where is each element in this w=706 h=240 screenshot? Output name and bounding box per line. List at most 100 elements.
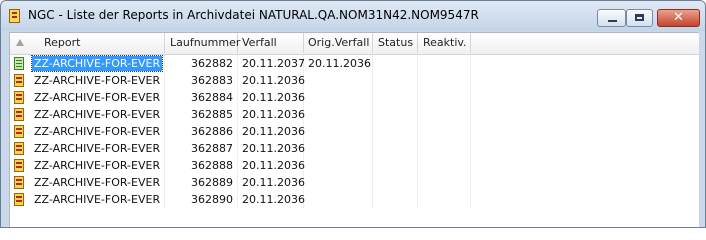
laufnummer-cell: 362889: [165, 174, 238, 191]
reaktiv-cell: [418, 106, 471, 123]
verfall-cell: 20.11.2036: [238, 191, 305, 208]
table-row[interactable]: ZZ-ARCHIVE-FOR-EVER 362888 20.11.2036: [10, 157, 699, 174]
reaktiv-cell: [418, 55, 471, 72]
laufnummer-cell: 362883: [165, 72, 238, 89]
reaktiv-cell: [418, 89, 471, 106]
table-row[interactable]: ZZ-ARCHIVE-FOR-EVER 362885 20.11.2036: [10, 106, 699, 123]
report-name[interactable]: ZZ-ARCHIVE-FOR-EVER: [32, 90, 162, 105]
title-bar[interactable]: NGC - Liste der Reports in Archivdatei N…: [1, 1, 705, 31]
minimize-icon: [608, 20, 617, 22]
report-name[interactable]: ZZ-ARCHIVE-FOR-EVER: [32, 175, 162, 190]
orig-verfall-cell: [304, 174, 373, 191]
report-icon: [14, 74, 24, 87]
report-cell[interactable]: ZZ-ARCHIVE-FOR-EVER: [10, 123, 165, 140]
verfall-cell: 20.11.2036: [238, 106, 305, 123]
close-button[interactable]: ✕: [657, 9, 700, 27]
column-header-status[interactable]: Status: [373, 33, 418, 53]
reaktiv-cell: [418, 174, 471, 191]
report-name[interactable]: ZZ-ARCHIVE-FOR-EVER: [32, 107, 162, 122]
report-icon: [14, 142, 24, 155]
reaktiv-cell: [418, 191, 471, 208]
column-header-row: Report Laufnummer Verfall Orig.Verfall S…: [10, 33, 699, 55]
report-cell[interactable]: ZZ-ARCHIVE-FOR-EVER: [10, 140, 165, 157]
report-list-view[interactable]: Report Laufnummer Verfall Orig.Verfall S…: [9, 32, 699, 227]
reaktiv-cell: [418, 157, 471, 174]
status-cell: [373, 123, 418, 140]
orig-verfall-cell: [304, 72, 373, 89]
report-icon: [14, 176, 24, 189]
verfall-cell: 20.11.2036: [238, 157, 305, 174]
report-name[interactable]: ZZ-ARCHIVE-FOR-EVER: [32, 192, 162, 207]
close-icon: ✕: [673, 10, 684, 25]
report-icon: [14, 193, 24, 206]
column-header-report[interactable]: Report: [10, 33, 165, 53]
report-cell[interactable]: ZZ-ARCHIVE-FOR-EVER: [10, 72, 165, 89]
verfall-cell: 20.11.2036: [238, 174, 305, 191]
report-cell[interactable]: ZZ-ARCHIVE-FOR-EVER: [10, 174, 165, 191]
orig-verfall-cell: [304, 191, 373, 208]
column-header-laufnummer[interactable]: Laufnummer: [165, 33, 240, 53]
green-report-icon: [14, 57, 24, 70]
table-row[interactable]: ZZ-ARCHIVE-FOR-EVER 362882 20.11.2037 20…: [10, 55, 699, 72]
orig-verfall-cell: 20.11.2036: [304, 55, 373, 72]
report-icon: [14, 125, 24, 138]
laufnummer-cell: 362887: [165, 140, 238, 157]
maximize-button[interactable]: [626, 9, 653, 27]
verfall-cell: 20.11.2036: [238, 140, 305, 157]
verfall-cell: 20.11.2036: [238, 72, 305, 89]
report-name[interactable]: ZZ-ARCHIVE-FOR-EVER: [32, 141, 162, 156]
column-header-verfall[interactable]: Verfall: [238, 33, 304, 53]
laufnummer-cell: 362890: [165, 191, 238, 208]
orig-verfall-cell: [304, 157, 373, 174]
report-cell[interactable]: ZZ-ARCHIVE-FOR-EVER: [10, 191, 165, 208]
status-cell: [373, 72, 418, 89]
laufnummer-cell: 362885: [165, 106, 238, 123]
verfall-cell: 20.11.2036: [238, 89, 305, 106]
status-cell: [373, 191, 418, 208]
verfall-cell: 20.11.2037: [238, 55, 305, 72]
column-header-reaktiv[interactable]: Reaktiv.: [418, 33, 471, 53]
reaktiv-cell: [418, 140, 471, 157]
column-header-orig-verfall[interactable]: Orig.Verfall: [304, 33, 373, 53]
table-row[interactable]: ZZ-ARCHIVE-FOR-EVER 362886 20.11.2036: [10, 123, 699, 140]
sort-ascending-icon: [16, 39, 24, 46]
report-icon: [14, 108, 24, 121]
status-cell: [373, 140, 418, 157]
window-title: NGC - Liste der Reports in Archivdatei N…: [28, 8, 479, 22]
report-app-icon: [9, 9, 20, 23]
report-name-selected[interactable]: ZZ-ARCHIVE-FOR-EVER: [30, 55, 164, 72]
table-row[interactable]: ZZ-ARCHIVE-FOR-EVER 362889 20.11.2036: [10, 174, 699, 191]
verfall-cell: 20.11.2036: [238, 123, 305, 140]
status-cell: [373, 106, 418, 123]
report-cell[interactable]: ZZ-ARCHIVE-FOR-EVER: [10, 55, 165, 72]
report-name[interactable]: ZZ-ARCHIVE-FOR-EVER: [32, 158, 162, 173]
report-cell[interactable]: ZZ-ARCHIVE-FOR-EVER: [10, 106, 165, 123]
column-header-report-label: Report: [44, 36, 81, 49]
orig-verfall-cell: [304, 89, 373, 106]
reaktiv-cell: [418, 123, 471, 140]
report-cell[interactable]: ZZ-ARCHIVE-FOR-EVER: [10, 157, 165, 174]
table-row[interactable]: ZZ-ARCHIVE-FOR-EVER 362890 20.11.2036: [10, 191, 699, 208]
minimize-button[interactable]: [597, 9, 626, 27]
orig-verfall-cell: [304, 106, 373, 123]
table-row[interactable]: ZZ-ARCHIVE-FOR-EVER 362884 20.11.2036: [10, 89, 699, 106]
laufnummer-cell: 362886: [165, 123, 238, 140]
orig-verfall-cell: [304, 140, 373, 157]
report-icon: [14, 91, 24, 104]
report-rows: ZZ-ARCHIVE-FOR-EVER 362882 20.11.2037 20…: [10, 55, 699, 208]
report-name[interactable]: ZZ-ARCHIVE-FOR-EVER: [32, 73, 162, 88]
laufnummer-cell: 362888: [165, 157, 238, 174]
status-cell: [373, 174, 418, 191]
laufnummer-cell: 362884: [165, 89, 238, 106]
report-icon: [14, 159, 24, 172]
status-cell: [373, 157, 418, 174]
table-row[interactable]: ZZ-ARCHIVE-FOR-EVER 362887 20.11.2036: [10, 140, 699, 157]
table-row[interactable]: ZZ-ARCHIVE-FOR-EVER 362883 20.11.2036: [10, 72, 699, 89]
reaktiv-cell: [418, 72, 471, 89]
report-cell[interactable]: ZZ-ARCHIVE-FOR-EVER: [10, 89, 165, 106]
report-name[interactable]: ZZ-ARCHIVE-FOR-EVER: [32, 124, 162, 139]
maximize-icon: [635, 14, 644, 21]
status-cell: [373, 89, 418, 106]
laufnummer-cell: 362882: [165, 55, 238, 72]
status-cell: [373, 55, 418, 72]
